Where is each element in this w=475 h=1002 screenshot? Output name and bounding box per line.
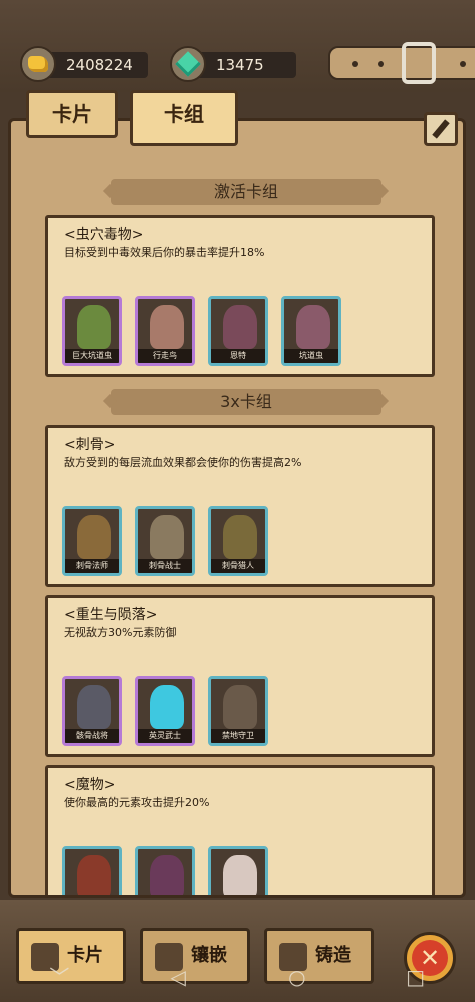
card[interactable]: 骸骨战将 — [62, 676, 122, 746]
card-group-4: <魔物> 使你最高的元素攻击提升20% — [45, 765, 435, 895]
card-group-2: <刺骨> 敌方受到的每层流血效果都会使你的伤害提高2% 刺骨法师 刺骨战士 刺骨… — [45, 425, 435, 587]
card[interactable]: 禁地守卫 — [208, 676, 268, 746]
gem-counter: 13475 — [170, 46, 296, 82]
pencil-icon — [432, 119, 450, 139]
nav-collapse-icon[interactable]: ﹀ — [44, 962, 74, 992]
menu-strap-button[interactable] — [328, 42, 475, 84]
nav-recent-icon[interactable]: □ — [401, 962, 431, 992]
edit-button[interactable] — [424, 112, 458, 146]
group-name: <魔物> — [64, 777, 116, 793]
group-desc: 无视敌方30%元素防御 — [64, 626, 177, 639]
card-group-3: <重生与陨落> 无视敌方30%元素防御 骸骨战将 英灵武士 禁地守卫 — [45, 595, 435, 757]
nav-home-icon[interactable]: ○ — [282, 962, 312, 992]
gem-amount: 13475 — [216, 56, 264, 74]
group-name: <刺骨> — [64, 437, 116, 453]
group-desc: 目标受到中毒效果后你的暴击率提升18% — [64, 246, 265, 259]
card[interactable]: 英灵武士 — [135, 676, 195, 746]
gold-icon — [20, 46, 56, 82]
card[interactable] — [208, 846, 268, 895]
card[interactable]: 行走鸟 — [135, 296, 195, 366]
tab-cards[interactable]: 卡片 — [26, 90, 118, 138]
group-name: <虫穴毒物> — [64, 227, 144, 243]
buckle-icon — [402, 42, 436, 84]
card-group-1: <虫穴毒物> 目标受到中毒效果后你的暴击率提升18% 巨大坑道虫 行走鸟 恩特 … — [45, 215, 435, 377]
card[interactable] — [135, 846, 195, 895]
deck-panel: 激活卡组 <虫穴毒物> 目标受到中毒效果后你的暴击率提升18% 巨大坑道虫 行走… — [8, 118, 466, 898]
tab-decks[interactable]: 卡组 — [130, 90, 238, 146]
card[interactable]: 刺骨法师 — [62, 506, 122, 576]
card[interactable]: 刺骨战士 — [135, 506, 195, 576]
system-nav-bar: ﹀ ◁ ○ □ — [0, 952, 475, 1002]
card[interactable]: 刺骨猎人 — [208, 506, 268, 576]
group-name: <重生与陨落> — [64, 607, 158, 623]
group-desc: 敌方受到的每层流血效果都会使你的伤害提高2% — [64, 456, 302, 469]
gold-counter: 2408224 — [20, 46, 148, 82]
card[interactable] — [62, 846, 122, 895]
card[interactable]: 坑道虫 — [281, 296, 341, 366]
section-title-3x: 3x卡组 — [111, 389, 381, 415]
gem-icon — [170, 46, 206, 82]
section-title-active: 激活卡组 — [111, 179, 381, 205]
group-desc: 使你最高的元素攻击提升20% — [64, 796, 210, 809]
gold-amount: 2408224 — [66, 56, 133, 74]
card[interactable]: 恩特 — [208, 296, 268, 366]
nav-back-icon[interactable]: ◁ — [163, 962, 193, 992]
card[interactable]: 巨大坑道虫 — [62, 296, 122, 366]
